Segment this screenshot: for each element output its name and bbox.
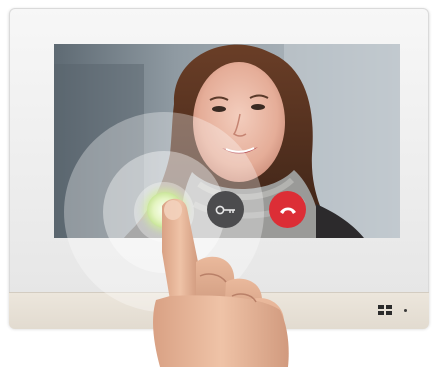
intercom-scene: bticino [0, 0, 433, 367]
pointing-hand-image [153, 198, 289, 367]
